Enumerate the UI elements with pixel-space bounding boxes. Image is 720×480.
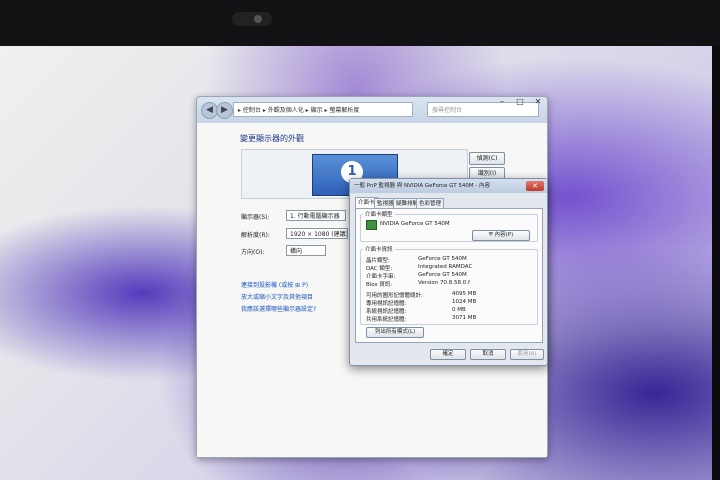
- memory-label: 共用系統記憶體:: [366, 317, 407, 323]
- windows-key-icon: ⊞: [295, 282, 301, 289]
- ok-button[interactable]: 確定: [430, 349, 466, 360]
- text-size-link[interactable]: 放大或縮小文字及其他項目: [241, 292, 313, 301]
- connect-projector-link[interactable]: 連接到投影機 (或按 ⊞ P): [241, 280, 308, 289]
- memory-value: 4095 MB: [452, 291, 477, 297]
- resolution-select[interactable]: 1920 × 1080 (建議): [286, 228, 348, 239]
- apply-button[interactable]: 套用(A): [510, 349, 544, 360]
- resolution-label: 解析度(R):: [241, 232, 270, 239]
- address-bar[interactable]: ▸ 控制台 ▸ 外觀及個人化 ▸ 顯示 ▸ 螢幕解析度: [233, 102, 413, 117]
- adapter-name: NVIDIA GeForce GT 540M: [380, 221, 450, 227]
- adapter-properties-label: 內容(P): [494, 232, 514, 238]
- dialog-title: 一般 PnP 監視器 與 NVIDIA GeForce GT 540M - 內容: [350, 179, 547, 193]
- orientation-label: 方向(O):: [241, 249, 265, 256]
- display-label: 顯示器(S):: [241, 214, 270, 221]
- monitor-bezel-top: [0, 0, 720, 46]
- detect-button[interactable]: 偵測(C): [469, 152, 505, 165]
- window-title-bar: ◀ ▶ ▸ 控制台 ▸ 外觀及個人化 ▸ 顯示 ▸ 螢幕解析度 搜尋控制台 – …: [197, 97, 547, 123]
- info-value: Version 70.8.58.0.f: [418, 280, 470, 286]
- adapter-tab-panel: 介面卡類型 NVIDIA GeForce GT 540M ⛨ 內容(P) 介面卡…: [355, 208, 543, 343]
- close-button[interactable]: ✕: [529, 96, 547, 107]
- memory-value: 1024 MB: [452, 299, 477, 305]
- adapter-info-heading: 介面卡資訊: [363, 245, 395, 253]
- monitor-bezel-right: [712, 46, 720, 480]
- graphics-card-icon: [366, 220, 377, 230]
- memory-value: 0 MB: [452, 307, 466, 313]
- forward-button[interactable]: ▶: [216, 102, 233, 119]
- info-value: GeForce GT 540M: [418, 272, 467, 278]
- page-title: 變更顯示器的外觀: [240, 134, 304, 143]
- list-all-modes-button[interactable]: 列出所有模式(L): [366, 327, 424, 338]
- display-settings-help-link[interactable]: 我應該選擇哪些顯示器設定?: [241, 304, 316, 313]
- memory-value: 3071 MB: [452, 315, 477, 321]
- info-label: 晶片類型:: [366, 258, 390, 264]
- info-label: Bios 資訊:: [366, 282, 393, 288]
- info-label: 介面卡字串:: [366, 274, 396, 280]
- minimize-button[interactable]: –: [493, 96, 511, 107]
- webcam-lens: [254, 15, 262, 23]
- memory-label: 專用視訊記憶體:: [366, 301, 407, 307]
- info-label: DAC 類型:: [366, 266, 393, 272]
- cancel-button[interactable]: 取消: [470, 349, 506, 360]
- info-value: GeForce GT 540M: [418, 256, 467, 262]
- shield-icon: ⛨: [488, 232, 493, 238]
- maximize-button[interactable]: □: [511, 96, 529, 107]
- info-value: Integrated RAMDAC: [418, 264, 473, 270]
- dialog-close-button[interactable]: ✕: [526, 181, 544, 191]
- orientation-select[interactable]: 橫向: [286, 245, 326, 256]
- memory-label: 系統視訊記憶體:: [366, 309, 407, 315]
- adapter-type-heading: 介面卡類型: [363, 210, 395, 218]
- webcam: [232, 12, 272, 26]
- connect-projector-shortcut: P): [302, 282, 309, 289]
- memory-label: 可用的圖形記憶體總計:: [366, 293, 423, 299]
- connect-projector-text: 連接到投影機 (或按: [241, 282, 294, 289]
- adapter-properties-dialog: 一般 PnP 監視器 與 NVIDIA GeForce GT 540M - 內容…: [349, 178, 548, 366]
- display-select[interactable]: 1. 行動電腦顯示器: [286, 210, 346, 221]
- adapter-properties-button[interactable]: ⛨ 內容(P): [472, 230, 530, 241]
